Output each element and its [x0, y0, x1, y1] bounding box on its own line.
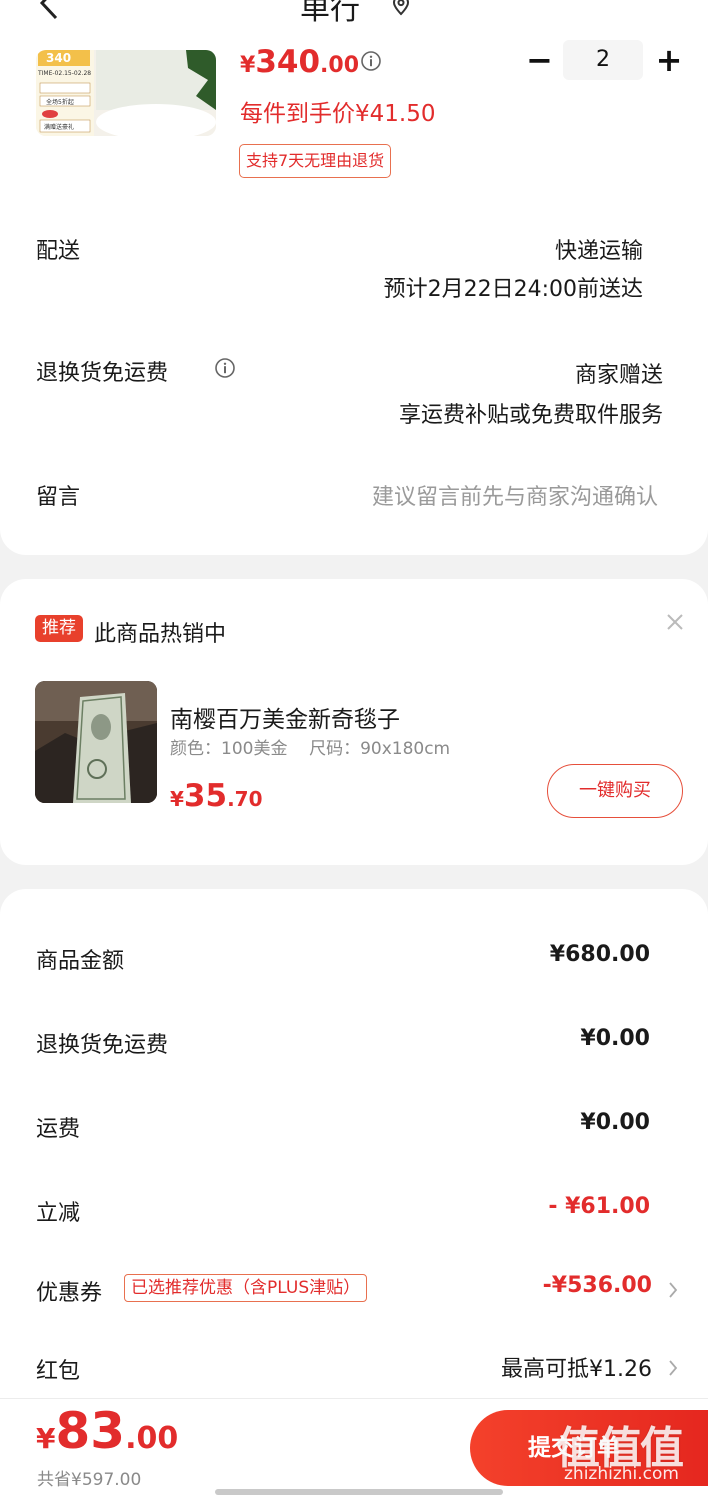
product-price: ¥340.00	[240, 44, 359, 80]
total-price: ¥83.00	[36, 1402, 178, 1460]
watermark-url: zhizhizhi.com	[564, 1464, 679, 1484]
quantity-decrease-button[interactable]: −	[526, 42, 553, 78]
thumb-promo-price: 340	[46, 51, 71, 65]
coupon-selected-badge[interactable]: 已选推荐优惠（含PLUS津贴）	[124, 1274, 368, 1302]
summary-value-goods-amount: ¥680.00	[549, 942, 650, 967]
return-shipping-detail: 享运费补贴或免费取件服务	[398, 403, 663, 428]
recommend-product-spec: 颜色：100美金 尺码：90x180cm	[170, 739, 451, 759]
price-currency: ¥	[36, 1422, 56, 1455]
delivery-method[interactable]: 快递运输	[555, 233, 643, 265]
close-icon[interactable]	[662, 609, 688, 635]
message-label: 留言	[36, 485, 81, 510]
summary-label-return-shipping: 退换货免运费	[36, 1033, 169, 1058]
price-integer: 83	[55, 1402, 126, 1460]
back-icon[interactable]	[36, 0, 62, 20]
price-decimal: .00	[125, 1421, 179, 1456]
summary-label-shipping: 运费	[36, 1117, 81, 1142]
chevron-right-icon[interactable]	[666, 1357, 680, 1379]
return-policy-badge: 支持7天无理由退货	[239, 144, 392, 178]
delivery-eta: 预计2月22日24:00前送达	[383, 277, 643, 302]
total-saved: 共省¥597.00	[37, 1470, 142, 1490]
recommend-title: 此商品热销中	[94, 622, 227, 647]
chevron-right-icon[interactable]	[666, 1279, 680, 1301]
return-shipping-label: 退换货免运费	[36, 361, 169, 386]
location-pin-icon[interactable]	[390, 0, 412, 16]
price-integer: 340	[255, 44, 321, 80]
thumb-promo-time: TIME-02.15-02.28	[37, 70, 91, 77]
summary-value-coupon[interactable]: -¥536.00	[543, 1273, 652, 1298]
price-integer: 35	[183, 778, 228, 814]
quantity-input[interactable]: 2	[563, 40, 643, 80]
price-currency: ¥	[240, 53, 256, 78]
thumb-promo-gift: 满赠送豪礼	[44, 123, 74, 131]
return-shipping-value: 商家赠送	[574, 363, 663, 388]
recommend-product-name[interactable]: 南樱百万美金新奇毯子	[170, 700, 400, 734]
summary-value-red-packet[interactable]: 最高可抵¥1.26	[501, 1351, 652, 1383]
home-indicator[interactable]	[215, 1489, 503, 1495]
price-currency: ¥	[170, 787, 184, 811]
summary-label-coupon: 优惠券	[36, 1281, 103, 1306]
recommend-tag: 推荐	[35, 615, 83, 642]
delivery-label: 配送	[36, 239, 81, 264]
summary-value-instant-discount: - ¥61.00	[548, 1194, 650, 1219]
product-thumbnail[interactable]: 340 TIME-02.15-02.28 全场5折起 满赠送豪礼	[36, 50, 216, 136]
recommend-product-thumbnail[interactable]	[35, 681, 157, 803]
recommend-product-price: ¥35.70	[170, 778, 263, 814]
thumb-promo-discount: 全场5折起	[46, 98, 74, 106]
info-icon[interactable]	[214, 357, 236, 379]
summary-label-instant-discount: 立减	[36, 1201, 81, 1226]
one-click-buy-button[interactable]: 一键购买	[547, 764, 683, 818]
message-input[interactable]: 建议留言前先与商家沟通确认	[372, 479, 658, 511]
price-decimal: .70	[227, 787, 263, 811]
page-title: 单行	[300, 0, 360, 27]
summary-label-goods-amount: 商品金额	[36, 949, 125, 974]
summary-label-red-packet: 红包	[36, 1359, 81, 1384]
info-icon[interactable]	[360, 50, 382, 72]
price-decimal: .00	[320, 53, 360, 78]
summary-value-return-shipping: ¥0.00	[580, 1026, 650, 1051]
summary-value-shipping: ¥0.00	[580, 1110, 650, 1135]
unit-price: 每件到手价¥41.50	[240, 101, 436, 127]
quantity-increase-button[interactable]: +	[654, 42, 684, 78]
